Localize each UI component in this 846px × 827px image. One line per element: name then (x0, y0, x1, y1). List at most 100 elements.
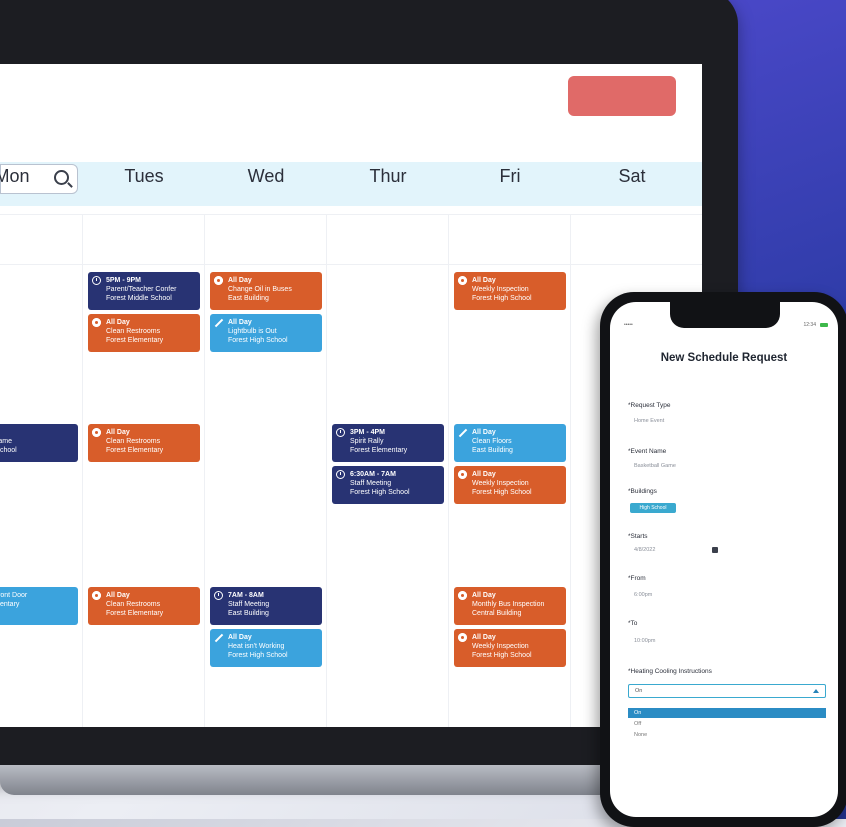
event-title: on Front Door (0, 592, 28, 599)
event-card[interactable]: All Day Weekly Inspection Forest High Scho… (454, 629, 566, 667)
event-place: Forest High School (472, 652, 532, 659)
event-time: All Day (228, 319, 252, 326)
event-card[interactable]: All Day Monthly Bus Inspection Central Bui… (454, 587, 566, 625)
gear-icon (92, 318, 101, 327)
to-field[interactable]: 10:00pm (634, 638, 655, 644)
day-header-fri: Fri (499, 166, 521, 186)
event-title: Weekly Inspection (472, 480, 529, 487)
gear-icon (458, 470, 467, 479)
day-header-mon: Mon (0, 166, 30, 186)
phone-screen: ••••• 12:34 New Schedule Request *Reques… (610, 302, 838, 817)
event-title: Spirit Rally (350, 438, 384, 445)
dropdown-option-none[interactable]: None (628, 730, 826, 740)
buildings-label: *Buildings (628, 488, 657, 495)
clock-icon (336, 428, 345, 437)
day-header-thur: Thur (369, 166, 407, 186)
event-card[interactable]: All Day Clean Restrooms Forest Elementary (88, 587, 200, 625)
calendar-screen (0, 64, 702, 727)
event-place: Forest High School (228, 652, 288, 659)
event-title: Staff Meeting (228, 601, 270, 608)
event-title: Clean Restrooms (106, 328, 161, 335)
building-tag[interactable]: High School (630, 503, 676, 513)
event-time: All Day (106, 592, 130, 599)
heating-label: *Heating Cooling Instructions (628, 668, 712, 675)
gear-icon (92, 428, 101, 437)
event-card[interactable]: All Day Weekly Inspection Forest High Scho… (454, 272, 566, 310)
request-type-field[interactable]: Home Event (634, 418, 664, 424)
battery-icon (820, 323, 828, 327)
event-card[interactable]: All Day Heat isn't Working Forest High Sch… (210, 629, 322, 667)
event-time: 6:30AM - 7AM (350, 471, 396, 478)
event-time: PM (0, 428, 74, 437)
gear-icon (458, 276, 467, 285)
event-place: Forest High School (228, 337, 288, 344)
starts-field[interactable]: 4/8/2022 (634, 547, 655, 553)
gear-icon (458, 591, 467, 600)
event-time: All Day (106, 319, 130, 326)
event-card[interactable]: All Day Clean Restrooms Forest Elementary (88, 424, 200, 462)
day-header-tues: Tues (124, 166, 164, 186)
event-card[interactable]: All Day Change Oil in Buses East Building (210, 272, 322, 310)
calendar-icon[interactable] (712, 547, 718, 553)
event-card[interactable]: All Day Clean Floors East Building (454, 424, 566, 462)
heating-select-value: On (635, 688, 643, 694)
event-card[interactable]: All Day Weekly Inspection Forest High Scho… (454, 466, 566, 504)
event-place: igh School (0, 447, 17, 454)
event-title: Weekly Inspection (472, 286, 529, 293)
wrench-icon (214, 633, 223, 642)
from-field[interactable]: 6:00pm (634, 592, 652, 598)
clock-icon (214, 591, 223, 600)
dropdown-option-off[interactable]: Off (628, 719, 826, 729)
event-card[interactable]: 3PM - 4PM Spirit Rally Forest Elementary (332, 424, 444, 462)
event-time: All Day (228, 277, 252, 284)
event-title: all Game (0, 438, 13, 445)
dropdown-option-on[interactable]: On (628, 708, 826, 718)
event-card[interactable]: PMall Game igh School (0, 424, 78, 462)
phone-notch (670, 302, 780, 328)
wrench-icon (458, 428, 467, 437)
starts-label: *Starts (628, 533, 648, 540)
heating-select[interactable]: On (628, 684, 826, 698)
event-title: Heat isn't Working (228, 643, 285, 650)
gear-icon (214, 276, 223, 285)
event-place: Forest High School (472, 489, 532, 496)
new-request-button[interactable] (568, 76, 676, 116)
event-card[interactable]: All Day Lightbulb is Out Forest High Schoo… (210, 314, 322, 352)
chevron-up-icon[interactable] (813, 689, 819, 693)
event-place: Forest Elementary (350, 447, 408, 454)
event-place: Forest High School (472, 295, 532, 302)
event-time: 7AM - 8AM (228, 592, 264, 599)
event-time: All Day (472, 277, 496, 284)
event-title: Parent/Teacher Confer (106, 286, 177, 293)
event-place: Forest Middle School (106, 295, 172, 302)
gear-icon (458, 633, 467, 642)
event-place: Central Building (472, 610, 522, 617)
event-card[interactable]: All Day Clean Restrooms Forest Elementary (88, 314, 200, 352)
event-time: All Day (472, 592, 496, 599)
clock-icon (336, 470, 345, 479)
event-time: 5PM - 9PM (106, 277, 142, 284)
status-time: 12:34 (803, 322, 816, 328)
event-card[interactable]: on Front Door Elementary (0, 587, 78, 625)
event-title: Change Oil in Buses (228, 286, 292, 293)
event-time: All Day (106, 429, 130, 436)
event-title: Clean Floors (472, 438, 512, 445)
event-title: Lightbulb is Out (228, 328, 277, 335)
page-title: New Schedule Request (660, 352, 788, 364)
day-header-sat: Sat (618, 166, 646, 186)
event-card[interactable]: 6:30AM - 7AM Staff Meeting Forest High Sch… (332, 466, 444, 504)
event-title: Staff Meeting (350, 480, 392, 487)
event-card[interactable]: 7AM - 8AM Staff Meeting East Building (210, 587, 322, 625)
event-title: Clean Restrooms (106, 601, 161, 608)
event-place: Elementary (0, 601, 20, 608)
request-type-label: *Request Type (628, 402, 671, 409)
from-label: *From (628, 575, 646, 582)
event-card[interactable]: 5PM - 9PM Parent/Teacher Confer Forest Mid… (88, 272, 200, 310)
event-name-field[interactable]: Basketball Game (634, 463, 676, 469)
to-label: *To (628, 620, 638, 627)
event-time: 3PM - 4PM (350, 429, 386, 436)
event-place: Forest Elementary (106, 447, 164, 454)
event-time: All Day (472, 429, 496, 436)
event-place: Forest Elementary (106, 610, 164, 617)
event-title: Clean Restrooms (106, 438, 161, 445)
